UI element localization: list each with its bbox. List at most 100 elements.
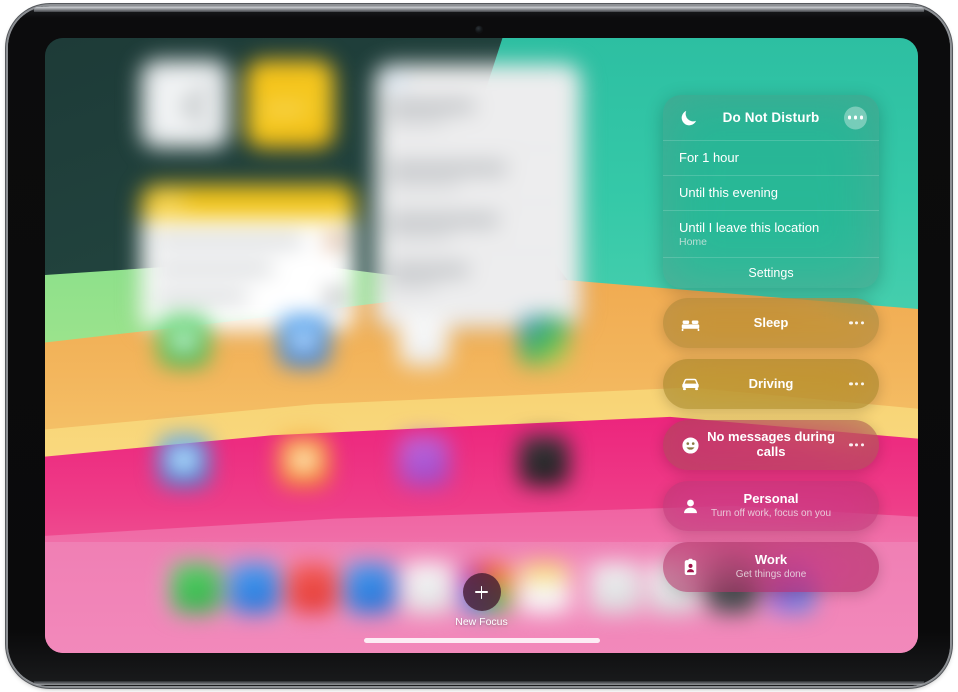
- device-top-edge: [34, 7, 924, 12]
- ellipsis-dot: [849, 443, 853, 447]
- widget-list-badge: [387, 74, 405, 88]
- focus-mode-more-button[interactable]: [849, 443, 864, 447]
- home-app-icon: [159, 436, 209, 486]
- dnd-option-label: Until this evening: [679, 185, 778, 200]
- widget-list-divider: [387, 252, 569, 253]
- widget-list-row-title: [387, 216, 499, 225]
- dnd-settings-button[interactable]: Settings: [663, 258, 879, 288]
- focus-control-panel: Do Not Disturb For 1 hour Until this eve…: [663, 95, 879, 603]
- screenshot-root: Do Not Disturb For 1 hour Until this eve…: [0, 0, 958, 692]
- focus-mode-text: Driving: [707, 375, 836, 392]
- focus-mode-more-button[interactable]: [849, 382, 864, 386]
- ipad-screen: Do Not Disturb For 1 hour Until this eve…: [45, 38, 918, 653]
- home-app-icon: [399, 316, 449, 366]
- widget-notes: [141, 185, 355, 331]
- ellipsis-dot: [859, 115, 863, 120]
- focus-mode-title: No messages during calls: [707, 429, 835, 459]
- home-app-icon: [159, 316, 209, 366]
- focus-mode-title: Sleep: [753, 314, 789, 330]
- widget-notes-row: [153, 237, 303, 245]
- front-camera-icon: [475, 26, 483, 33]
- car-icon: [679, 373, 701, 395]
- widget-list-row-title: [387, 102, 475, 111]
- new-focus-control[interactable]: New Focus: [432, 573, 532, 628]
- person-icon: [679, 495, 701, 517]
- do-not-disturb-header[interactable]: Do Not Disturb: [663, 95, 879, 141]
- app-glyph-icon: [171, 331, 197, 351]
- focus-mode-personal[interactable]: Personal Turn off work, focus on you: [663, 481, 879, 531]
- focus-mode-text: Work Get things done: [694, 552, 849, 581]
- widget-clock: [141, 60, 229, 148]
- ellipsis-dot: [860, 321, 864, 325]
- widget-list-row-sub: [387, 233, 451, 239]
- widget-list-row-sub: [387, 181, 459, 187]
- new-focus-button[interactable]: [462, 573, 501, 611]
- widget-notes-avatar: [327, 233, 343, 249]
- bed-icon: [679, 312, 701, 334]
- ellipsis-dot: [855, 321, 859, 325]
- widget-list-row-title: [387, 164, 507, 173]
- focus-mode-subtitle: Get things done: [735, 569, 807, 581]
- ellipsis-dot: [853, 115, 858, 120]
- focus-mode-title: Driving: [748, 375, 794, 391]
- dnd-option-label: Until I leave this location: [679, 220, 820, 235]
- home-app-icon: [399, 436, 449, 486]
- widget-notes-header: [141, 185, 355, 219]
- ellipsis-dot: [848, 115, 852, 120]
- widget-list-row-sub: [387, 283, 437, 289]
- home-app-icon: [279, 316, 329, 366]
- dnd-option-for-1-hour[interactable]: For 1 hour: [663, 141, 879, 176]
- smiley-icon: [679, 434, 701, 456]
- home-app-icon: [279, 436, 329, 486]
- focus-mode-sleep[interactable]: Sleep: [663, 298, 879, 348]
- dock-app-icon: [171, 563, 221, 613]
- widget-list-divider: [387, 202, 569, 203]
- widget-list: [375, 64, 581, 328]
- dnd-option-label: For 1 hour: [679, 150, 739, 165]
- focus-mode-title: Work: [754, 552, 788, 568]
- dock-app-icon: [287, 563, 337, 613]
- dock-app-icon: [229, 563, 279, 613]
- widget-yellow-line: [264, 106, 306, 113]
- ellipsis-dot: [849, 382, 853, 386]
- ellipsis-dot: [855, 443, 859, 447]
- widget-list-row-title: [387, 266, 469, 275]
- dnd-option-until-this-evening[interactable]: Until this evening: [663, 176, 879, 211]
- home-app-icon: [519, 436, 569, 486]
- dnd-option-sublabel: Home: [679, 236, 708, 248]
- widget-notes-row: [153, 293, 248, 301]
- focus-mode-no-messages-during-calls[interactable]: No messages during calls: [663, 420, 879, 470]
- do-not-disturb-more-button[interactable]: [844, 106, 867, 129]
- device-bottom-edge: [34, 681, 924, 685]
- widget-list-row-sub: [387, 118, 445, 124]
- widget-notes-avatar: [327, 289, 343, 305]
- new-focus-label: New Focus: [455, 616, 508, 628]
- dock-app-icon: [345, 563, 395, 613]
- widget-list-divider: [387, 148, 569, 149]
- widget-yellow: [246, 60, 334, 148]
- focus-mode-text: Sleep: [712, 314, 831, 331]
- app-glyph-icon: [171, 451, 197, 471]
- plus-icon-vertical: [480, 585, 483, 599]
- ellipsis-dot: [849, 321, 853, 325]
- badge-icon: [679, 556, 701, 578]
- ellipsis-dot: [860, 382, 864, 386]
- ellipsis-dot: [855, 382, 859, 386]
- app-glyph-icon: [291, 331, 317, 351]
- moon-icon: [679, 108, 699, 128]
- do-not-disturb-card[interactable]: Do Not Disturb For 1 hour Until this eve…: [663, 95, 879, 288]
- clock-hand-minute: [183, 104, 207, 124]
- app-glyph-icon: [291, 451, 317, 471]
- ellipsis-dot: [860, 443, 864, 447]
- ipad-device: Do Not Disturb For 1 hour Until this eve…: [8, 6, 950, 686]
- home-indicator[interactable]: [363, 638, 600, 643]
- focus-mode-subtitle: Turn off work, focus on you: [710, 508, 832, 520]
- widget-notes-row: [153, 265, 273, 273]
- focus-mode-driving[interactable]: Driving: [663, 359, 879, 409]
- dock-app-icon: [591, 563, 641, 613]
- focus-mode-more-button[interactable]: [849, 321, 864, 325]
- focus-mode-title: Personal: [743, 491, 799, 507]
- dnd-option-until-i-leave-this-location[interactable]: Until I leave this location Home: [663, 211, 879, 258]
- focus-mode-work[interactable]: Work Get things done: [663, 542, 879, 592]
- home-app-icon: [519, 316, 569, 366]
